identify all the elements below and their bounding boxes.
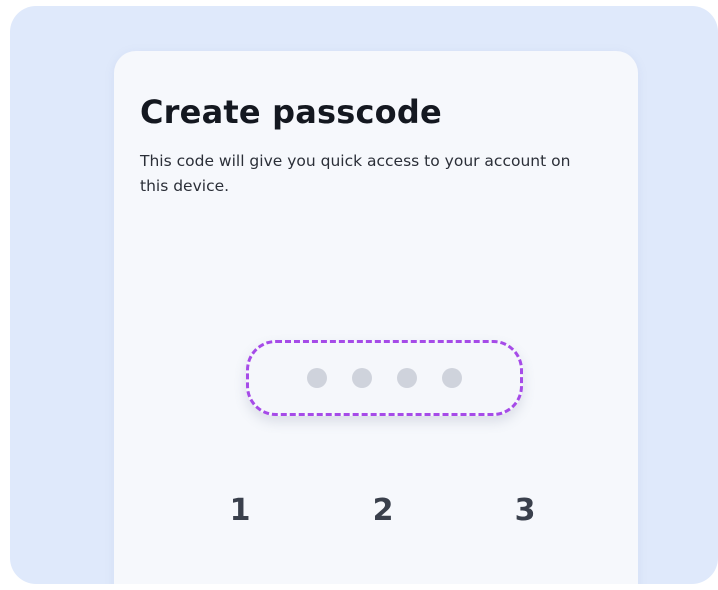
passcode-dot-4 xyxy=(442,368,462,388)
keypad-key-2[interactable]: 2 xyxy=(353,491,413,531)
page-subtitle: This code will give you quick access to … xyxy=(140,152,571,195)
background-panel: Create passcode This code will give you … xyxy=(10,6,718,584)
keypad-key-3[interactable]: 3 xyxy=(495,491,555,531)
phone-screen: Create passcode This code will give you … xyxy=(114,51,638,584)
keypad-key-1[interactable]: 1 xyxy=(210,491,270,531)
passcode-dot-2 xyxy=(352,368,372,388)
passcode-input[interactable] xyxy=(246,340,523,416)
page-title: Create passcode xyxy=(140,93,442,131)
passcode-dot-1 xyxy=(307,368,327,388)
passcode-dot-3 xyxy=(397,368,417,388)
